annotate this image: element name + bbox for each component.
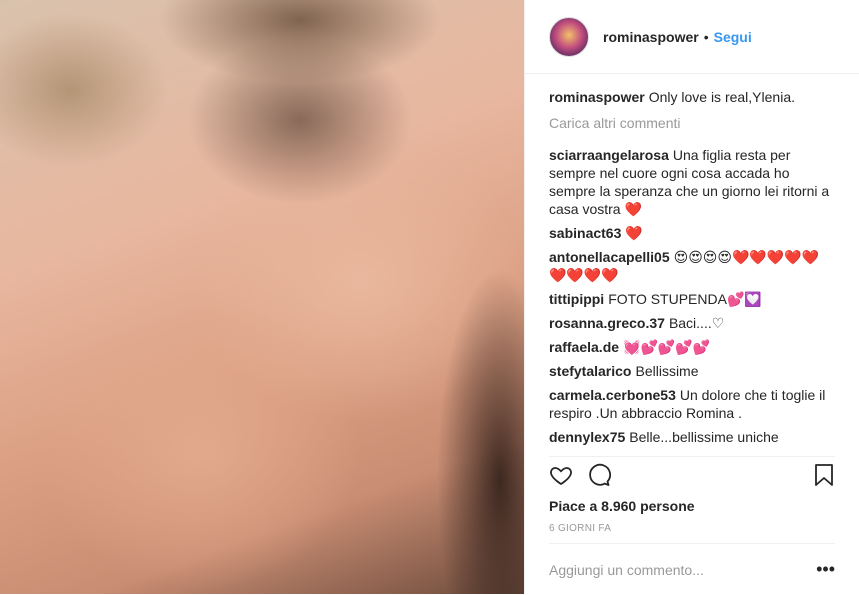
comment-text: Belle...bellissime uniche — [629, 429, 779, 445]
comments-list: rominaspower Only love is real,Ylenia. Ca… — [549, 74, 835, 456]
comment-item: dennylex75 Belle...bellissime uniche — [549, 428, 835, 446]
comment-username[interactable]: rosanna.greco.37 — [549, 315, 665, 331]
add-comment-row: ••• — [549, 543, 835, 595]
comment-item: sciarraangelarosa Una figlia resta per se… — [549, 146, 835, 218]
more-options-icon[interactable]: ••• — [816, 559, 835, 580]
photo-overlay — [0, 0, 524, 594]
post-photo[interactable] — [0, 0, 524, 594]
comment-item: raffaela.de 💓💕💕💕💕 — [549, 338, 835, 356]
comment-text: Baci....♡ — [668, 315, 725, 331]
comment-username[interactable]: antonellacapelli05 — [549, 249, 670, 265]
heart-outline-icon[interactable] — [549, 463, 573, 492]
comment-username[interactable]: tittipippi — [549, 291, 604, 307]
post-header: rominaspower • Segui — [525, 0, 859, 74]
comment-item: tittipippi FOTO STUPENDA💕💟 — [549, 290, 835, 308]
post-date[interactable]: 6 GIORNI FA — [549, 523, 611, 534]
post-username[interactable]: rominaspower — [603, 29, 699, 45]
separator-dot: • — [703, 28, 709, 45]
comment-text: ❤️ — [625, 225, 643, 241]
comment-text: 💓💕💕💕💕 — [623, 339, 711, 355]
like-count[interactable]: Piace a 8.960 persone — [549, 498, 695, 514]
comment-input[interactable] — [549, 561, 817, 578]
comment-item: sabinact63 ❤️ — [549, 224, 835, 242]
post-sidebar: rominaspower • Segui rominaspower Only lo… — [524, 0, 859, 594]
comment-username[interactable]: carmela.cerbone53 — [549, 387, 676, 403]
comment-text: Bellissime — [635, 363, 699, 379]
action-bar — [549, 456, 835, 497]
comment-username[interactable]: stefytalarico — [549, 363, 631, 379]
comment-text: FOTO STUPENDA💕💟 — [608, 291, 762, 307]
comment-item: stefytalarico Bellissime — [549, 362, 835, 380]
comment-username[interactable]: dennylex75 — [549, 429, 625, 445]
bookmark-icon[interactable] — [813, 463, 835, 492]
comment-username[interactable]: raffaela.de — [549, 339, 619, 355]
follow-button[interactable]: Segui — [714, 29, 752, 45]
caption: rominaspower Only love is real,Ylenia. — [549, 88, 835, 106]
instagram-post-view: rominaspower • Segui rominaspower Only lo… — [0, 0, 859, 594]
comment-username[interactable]: sciarraangelarosa — [549, 147, 669, 163]
comment-item: carmela.cerbone53 Un dolore che ti toglie… — [549, 386, 835, 422]
comment-item: antonellacapelli05 😍😍😍😍❤️❤️❤️❤️❤️❤️❤️❤️❤️ — [549, 248, 835, 284]
caption-text: Only love is real,Ylenia. — [648, 89, 795, 105]
load-more-comments[interactable]: Carica altri commenti — [549, 114, 835, 132]
comment-username[interactable]: sabinact63 — [549, 225, 621, 241]
caption-username[interactable]: rominaspower — [549, 89, 645, 105]
avatar[interactable] — [549, 16, 589, 57]
comment-bubble-icon[interactable] — [587, 463, 611, 492]
comment-item: rosanna.greco.37 Baci....♡ — [549, 314, 835, 332]
